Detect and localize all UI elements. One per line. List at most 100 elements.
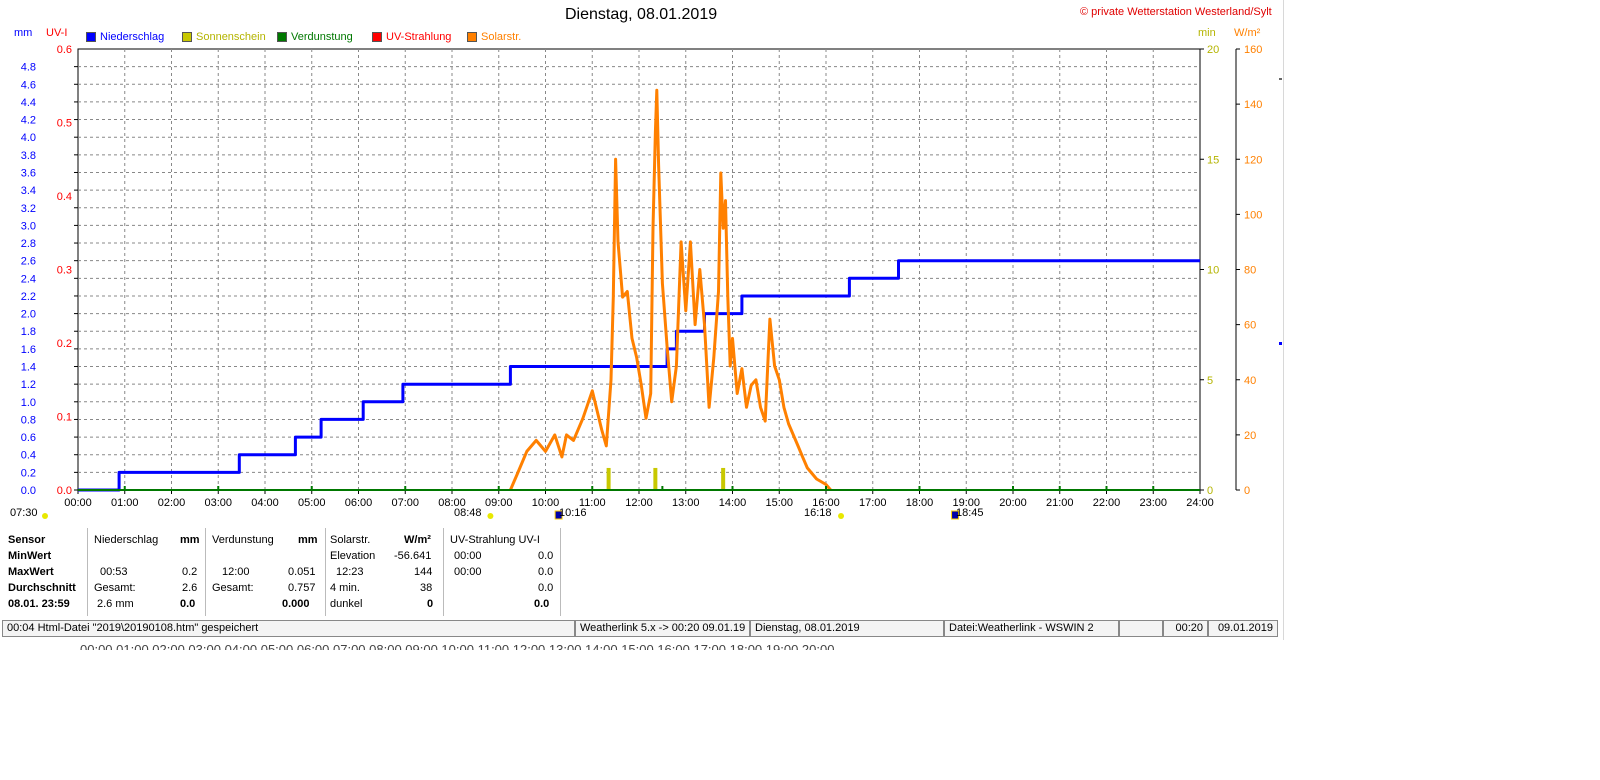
series-verdunstung-mark [497,486,500,490]
sun-icon [838,513,845,519]
series-sonnenschein-bar [606,467,611,490]
row-label-avg: Durchschnitt [8,582,76,594]
tick-label-uvi: 0.5 [57,118,72,130]
solar-max-val: 144 [414,566,433,578]
tick-label-wm2: 100 [1244,209,1262,221]
tick-label-x: 12:00 [625,497,653,509]
tick-label-mm: 2.8 [21,238,36,250]
sunrise-time-label: 07:30 [10,507,38,519]
tick-label-x: 17:00 [859,497,887,509]
tick-label-wm2: 160 [1244,44,1262,56]
tick-label-mm: 4.6 [21,79,36,91]
tick-label-mm: 4.8 [21,62,36,74]
tick-label-x: 01:00 [111,497,139,509]
tick-label-min: 15 [1207,154,1219,166]
solar-day-val: 0 [427,598,434,610]
series-verdunstung-mark [1152,486,1155,490]
marker-label-0848: 08:48 [454,507,482,519]
ghost-axis-labels: 00:00 01:00 02:00 03:00 04:00 05:00 06:0… [80,642,835,650]
tick-label-x: 06:00 [345,497,373,509]
tick-label-x: 23:00 [1139,497,1167,509]
row-label-min: MinWert [8,550,52,562]
tick-label-mm: 0.0 [21,485,36,497]
verdunstung-max-time: 12:00 [222,566,250,578]
solar-unit: W/m² [404,534,431,546]
tick-label-mm: 0.8 [21,414,36,426]
uv-avg-val: 0.0 [538,582,554,594]
tick-label-mm: 2.6 [21,256,36,268]
tick-label-mm: 0.6 [21,432,36,444]
tick-label-wm2: 20 [1244,430,1256,442]
series-verdunstung-mark [404,486,407,490]
tick-label-x: 18:00 [906,497,934,509]
tick-label-uvi: 0.4 [57,191,72,203]
series-verdunstung-mark [591,486,594,490]
status-file: Datei:Weatherlink - WSWIN 2 [944,620,1119,637]
series-verdunstung-mark [217,486,220,490]
tick-label-x: 07:00 [391,497,419,509]
edge-mark [1279,78,1282,80]
series-verdunstung-mark [1105,486,1108,490]
tick-label-mm: 3.6 [21,167,36,179]
status-weatherlink: Weatherlink 5.x -> 00:20 09.01.19 [575,620,750,637]
tick-label-x: 20:00 [999,497,1027,509]
uv-min-time: 00:00 [454,550,482,562]
row-label-max: MaxWert [8,566,54,578]
tick-label-mm: 2.4 [21,273,36,285]
verdunstung-avg-label: Gesamt: [212,582,254,594]
tick-label-mm: 3.0 [21,220,36,232]
row-label-day: 08.01. 23:59 [8,598,70,610]
tick-label-wm2: 120 [1244,154,1262,166]
window-edge [1283,0,1284,640]
series-sonnenschein-bar [653,467,658,490]
tick-label-mm: 2.0 [21,309,36,321]
tick-label-uvi: 0.1 [57,412,72,424]
uv-max-val: 0.0 [538,566,554,578]
uv-min-val: 0.0 [538,550,554,562]
solar-max-time: 12:23 [336,566,364,578]
tick-label-uvi: 0.6 [57,44,72,56]
status-left: 00:04 Html-Datei "2019\20190108.htm" ges… [2,620,575,637]
tick-label-mm: 1.6 [21,344,36,356]
status-time: 00:20 [1163,620,1208,637]
status-blank [1119,620,1163,637]
uv-title: UV-Strahlung UV-I [450,534,540,546]
verdunstung-max-val: 0.051 [288,566,316,578]
status-date: Dienstag, 08.01.2019 [750,620,944,637]
tick-label-x: 14:00 [719,497,747,509]
tick-label-mm: 1.8 [21,326,36,338]
series-verdunstung-mark [661,486,664,490]
sun-icon [487,513,494,519]
tick-label-wm2: 60 [1244,320,1256,332]
stats-table: Sensor MinWert MaxWert Durchschnitt 08.0… [0,528,570,618]
niederschlag-day-val: 0.0 [180,598,196,610]
tick-label-wm2: 40 [1244,375,1256,387]
niederschlag-avg-label: Gesamt: [94,582,136,594]
niederschlag-max-val: 0.2 [182,566,198,578]
tick-label-x: 24:00 [1186,497,1214,509]
series-verdunstung-mark [918,486,921,490]
niederschlag-day-label: 2.6 mm [97,598,134,610]
niederschlag-title: Niederschlag [94,534,159,546]
status-bar: 00:04 Html-Datei "2019\20190108.htm" ges… [2,620,1282,638]
tick-label-mm: 1.2 [21,379,36,391]
tick-label-mm: 0.2 [21,467,36,479]
solar-min-val: -56.641 [394,550,432,562]
tick-label-uvi: 0.2 [57,338,72,350]
solar-avg-label: 4 min. [330,582,360,594]
verdunstung-avg-val: 0.757 [288,582,316,594]
niederschlag-avg-val: 2.6 [182,582,198,594]
tick-label-min: 20 [1207,44,1219,56]
series-verdunstung-mark [123,486,126,490]
series-verdunstung-mark [310,486,313,490]
tick-label-x: 02:00 [158,497,186,509]
solar-avg-val: 38 [420,582,433,594]
niederschlag-max-time: 00:53 [100,566,128,578]
series-verdunstung-mark [1012,486,1014,490]
series-verdunstung-mark [825,486,827,490]
uv-day-val: 0.0 [534,598,550,610]
tick-label-x: 09:00 [485,497,513,509]
tick-label-x: 21:00 [1046,497,1074,509]
tick-label-mm: 3.8 [21,150,36,162]
tick-label-mm: 1.4 [21,362,36,374]
